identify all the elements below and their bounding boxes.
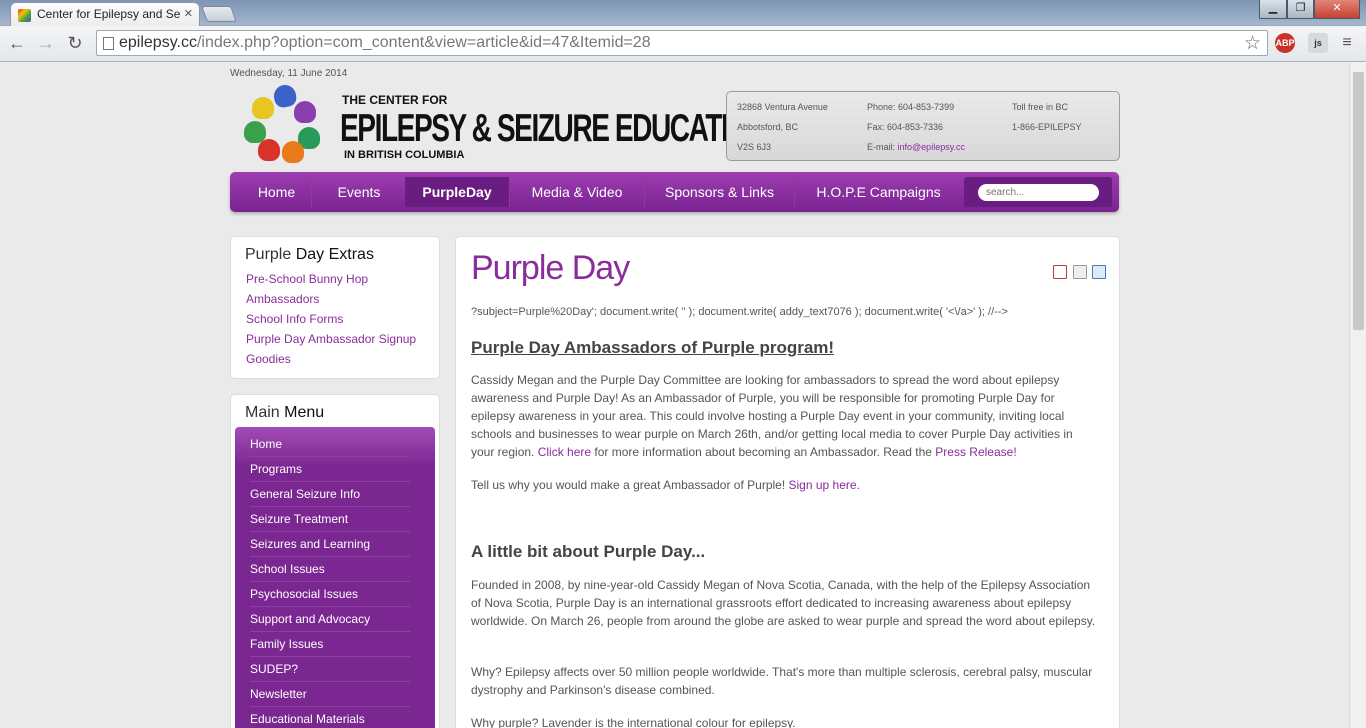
main-menu-panel: Main Menu Home Programs General Seizure … (230, 394, 440, 728)
js-label: js (1314, 38, 1322, 48)
menu-item-newsletter[interactable]: Newsletter (250, 682, 410, 707)
article-title: Purple Day (471, 249, 630, 287)
menu-item-sudep[interactable]: SUDEP? (250, 657, 410, 682)
adblock-label: ABP (1275, 38, 1295, 48)
email-icon[interactable] (1092, 265, 1106, 279)
extras-title: Purple Day Extras (245, 246, 374, 264)
page-date: Wednesday, 11 June 2014 (230, 68, 348, 79)
js-extension-icon[interactable]: js (1308, 33, 1328, 53)
close-tab-icon[interactable]: ✕ (184, 7, 193, 20)
nav-home[interactable]: Home (242, 177, 312, 207)
pdf-icon[interactable] (1053, 265, 1067, 279)
bookmark-star-icon[interactable]: ☆ (1244, 32, 1261, 55)
ambassadors-heading[interactable]: Purple Day Ambassadors of Purple program… (471, 338, 834, 358)
signup-paragraph: Tell us why you would make a great Ambas… (471, 476, 1096, 494)
article-panel: Purple Day ?subject=Purple%20Day'; docum… (455, 236, 1120, 728)
extras-title-b: Day Extras (295, 246, 374, 263)
extras-link-school-forms[interactable]: School Info Forms (246, 312, 343, 326)
nav-purpleday[interactable]: PurpleDay (405, 177, 510, 207)
nav-hope-campaigns[interactable]: H.O.P.E Campaigns (795, 177, 962, 207)
why-paragraph: Why? Epilepsy affects over 50 million pe… (471, 665, 1093, 697)
vertical-scrollbar[interactable] (1349, 62, 1366, 728)
title-bar: Center for Epilepsy and Se ✕ ▁ ❐ ✕ (0, 0, 1366, 26)
script-text: ?subject=Purple%20Day'; document.write( … (471, 306, 1008, 318)
extras-link-goodies[interactable]: Goodies (246, 352, 291, 366)
email-label: E-mail: (867, 142, 896, 152)
contact-box: 32868 Ventura Avenue Abbotsford, BC V2S … (726, 91, 1120, 161)
browser-tab[interactable]: Center for Epilepsy and Se ✕ (10, 2, 200, 26)
menu-item-home[interactable]: Home (250, 432, 410, 457)
search-input[interactable] (978, 184, 1099, 201)
menu-item-school-issues[interactable]: School Issues (250, 557, 410, 582)
phone-number: Phone: 604-853-7399 (867, 102, 955, 112)
fax-number: Fax: 604-853-7336 (867, 122, 944, 132)
url-host: epilepsy.cc (119, 34, 197, 51)
email-line: E-mail: info@epilepsy.cc (867, 142, 965, 152)
logo-line1: THE CENTER FOR (342, 93, 448, 107)
menu-item-seizure-treatment[interactable]: Seizure Treatment (250, 507, 410, 532)
logo-line2: EPILEPSY & SEIZURE EDUCATION (340, 107, 768, 150)
email-link[interactable]: info@epilepsy.cc (898, 142, 966, 152)
extras-title-a: Purple (245, 246, 292, 263)
web-page: Wednesday, 11 June 2014 THE CENTER FOR E… (0, 62, 1349, 728)
nav-sponsors-links[interactable]: Sponsors & Links (645, 177, 795, 207)
why-purple-paragraph: Why purple? Lavender is the internationa… (471, 716, 796, 728)
new-tab-button[interactable] (201, 6, 237, 22)
site-logo[interactable]: THE CENTER FOR EPILEPSY & SEIZURE EDUCAT… (236, 83, 768, 169)
ambassadors-paragraph: Cassidy Megan and the Purple Day Committ… (471, 371, 1096, 461)
menu-item-seizures-learning[interactable]: Seizures and Learning (250, 532, 410, 557)
search-area (964, 177, 1112, 207)
menu-item-educational-materials[interactable]: Educational Materials (250, 707, 410, 728)
tab-title: Center for Epilepsy and Se (37, 7, 181, 21)
about-heading: A little bit about Purple Day... (471, 542, 706, 561)
menu-icon[interactable]: ≡ (1336, 33, 1358, 55)
click-here-link[interactable]: Click here (538, 445, 591, 459)
nav-media-video[interactable]: Media & Video (510, 177, 645, 207)
tollfree-number: 1-866-EPILEPSY (1012, 122, 1082, 132)
sign-up-link[interactable]: Sign up here. (789, 478, 860, 492)
extras-link-ambassadors[interactable]: Ambassadors (246, 292, 319, 306)
menu-item-programs[interactable]: Programs (250, 457, 410, 482)
menu-item-support-advocacy[interactable]: Support and Advocacy (250, 607, 410, 632)
tollfree-label: Toll free in BC (1012, 102, 1069, 112)
main-navigation: Home Events PurpleDay Media & Video Spon… (230, 172, 1119, 212)
close-window-icon[interactable]: ✕ (1314, 0, 1360, 19)
menu-item-general-seizure-info[interactable]: General Seizure Info (250, 482, 410, 507)
address-line3: V2S 6J3 (737, 142, 772, 152)
p1-mid-text: for more information about becoming an A… (594, 445, 932, 459)
site-favicon-icon (18, 9, 31, 22)
address-bar[interactable]: epilepsy.cc/index.php?option=com_content… (96, 30, 1268, 56)
menu-item-family-issues[interactable]: Family Issues (250, 632, 410, 657)
main-menu-title-a: Main (245, 404, 280, 421)
main-menu-title-b: Menu (284, 404, 325, 421)
browser-chrome: Center for Epilepsy and Se ✕ ▁ ❐ ✕ ← → ↻… (0, 0, 1366, 62)
extras-panel: Purple Day Extras Pre-School Bunny Hop A… (230, 236, 440, 379)
url-path: /index.php?option=com_content&view=artic… (196, 34, 651, 51)
scrollbar-thumb[interactable] (1353, 72, 1364, 330)
extras-link-ambassador-signup[interactable]: Purple Day Ambassador Signup (246, 332, 416, 346)
about-paragraph: Founded in 2008, by nine-year-old Cassid… (471, 578, 1096, 628)
press-release-link[interactable]: Press Release! (935, 445, 1016, 459)
main-menu-title: Main Menu (245, 404, 324, 422)
address-line1: 32868 Ventura Avenue (737, 102, 828, 112)
minimize-icon[interactable]: ▁ (1259, 0, 1287, 19)
back-arrow-icon[interactable]: ← (6, 33, 28, 55)
print-icon[interactable] (1073, 265, 1087, 279)
adblock-icon[interactable]: ABP (1275, 33, 1295, 53)
page-icon (103, 37, 114, 50)
logo-line3: IN BRITISH COLUMBIA (344, 149, 465, 161)
p2-text: Tell us why you would make a great Ambas… (471, 478, 786, 492)
maximize-icon[interactable]: ❐ (1287, 0, 1314, 19)
browser-toolbar: ← → ↻ epilepsy.cc/index.php?option=com_c… (0, 26, 1366, 62)
forward-arrow-icon[interactable]: → (35, 33, 57, 55)
menu-item-psychosocial[interactable]: Psychosocial Issues (250, 582, 410, 607)
main-menu-list: Home Programs General Seizure Info Seizu… (235, 427, 435, 728)
nav-events[interactable]: Events (312, 177, 407, 207)
extras-link-bunny-hop[interactable]: Pre-School Bunny Hop (246, 272, 368, 286)
reload-icon[interactable]: ↻ (64, 33, 86, 55)
address-line2: Abbotsford, BC (737, 122, 799, 132)
